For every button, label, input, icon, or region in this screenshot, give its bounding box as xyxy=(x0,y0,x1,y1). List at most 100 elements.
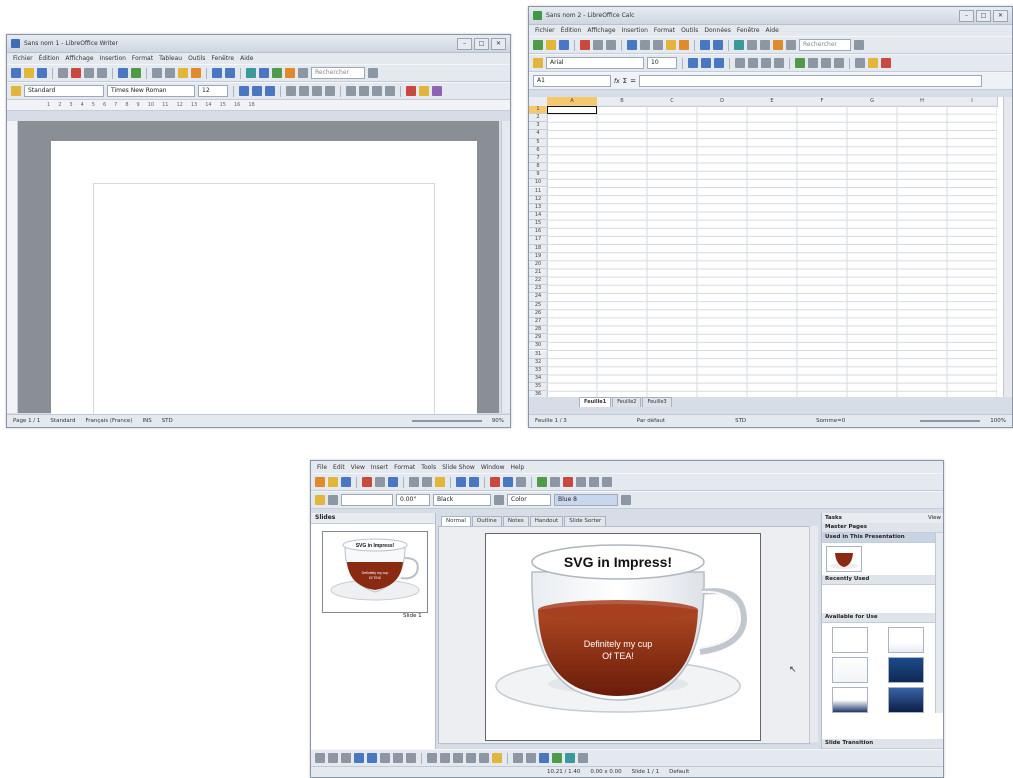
slide-title[interactable]: SVG in Impress! xyxy=(564,554,672,570)
rectangle-tool-icon[interactable] xyxy=(354,753,364,763)
extrusion-icon[interactable] xyxy=(578,753,588,763)
basic-shapes-icon[interactable] xyxy=(427,753,437,763)
selection-mode[interactable]: STD xyxy=(162,418,173,424)
spellcheck-icon[interactable] xyxy=(388,477,398,487)
row-header-7[interactable]: 7 xyxy=(529,154,548,164)
slide-transition-header[interactable]: Slide Transition xyxy=(822,739,943,749)
format-paintbrush-icon[interactable] xyxy=(679,40,689,50)
tea-cup-image[interactable]: SVG in Impress! Definitely my cup Of TEA… xyxy=(486,534,760,740)
maximize-button[interactable]: □ xyxy=(474,37,489,50)
master-thumb-light[interactable] xyxy=(832,657,868,683)
row-header-32[interactable]: 32 xyxy=(529,358,548,367)
menu-aide[interactable]: Aide xyxy=(766,27,779,34)
underline-icon[interactable] xyxy=(714,58,724,68)
image-icon[interactable] xyxy=(516,477,526,487)
row-header-25[interactable]: 25 xyxy=(529,301,548,310)
name-box[interactable]: A1 xyxy=(533,75,611,87)
search-input[interactable]: Rechercher xyxy=(799,39,851,51)
row-header-30[interactable]: 30 xyxy=(529,342,548,351)
export-pdf-icon[interactable] xyxy=(362,477,372,487)
chart-icon[interactable] xyxy=(285,68,295,78)
line-icon[interactable] xyxy=(315,495,325,505)
font-size-select[interactable]: 12 xyxy=(198,85,228,97)
row-header-31[interactable]: 31 xyxy=(529,350,548,359)
navigator-icon[interactable] xyxy=(298,68,308,78)
connector-tool-icon[interactable] xyxy=(406,753,416,763)
redo-icon[interactable] xyxy=(469,477,479,487)
active-cell-a1[interactable] xyxy=(547,106,597,115)
cut-icon[interactable] xyxy=(152,68,162,78)
navigator-icon[interactable] xyxy=(786,40,796,50)
zoom-slider[interactable] xyxy=(920,420,981,422)
menu-slide-show[interactable]: Slide Show xyxy=(442,464,475,471)
image-icon[interactable] xyxy=(272,68,282,78)
align-right-icon[interactable] xyxy=(761,58,771,68)
row-header-12[interactable]: 12 xyxy=(529,195,548,204)
writer-vertical-scrollbar[interactable] xyxy=(501,121,510,413)
row-header-10[interactable]: 10 xyxy=(529,179,548,188)
new-presentation-icon[interactable] xyxy=(315,477,325,487)
tab-normal[interactable]: Normal xyxy=(441,516,471,526)
menu-edit[interactable]: Edit xyxy=(333,464,345,471)
chart-icon[interactable] xyxy=(773,40,783,50)
document-page[interactable] xyxy=(51,141,477,427)
paragraph-style-select[interactable]: Standard xyxy=(24,85,104,97)
points-icon[interactable] xyxy=(513,753,523,763)
master-thumb-blue-top[interactable] xyxy=(888,627,924,653)
font-color-icon[interactable] xyxy=(406,86,416,96)
align-left-icon[interactable] xyxy=(735,58,745,68)
area-color-select[interactable]: Blue 8 xyxy=(554,494,618,506)
paste-icon[interactable] xyxy=(666,40,676,50)
chart-icon[interactable] xyxy=(490,477,500,487)
row-header-28[interactable]: 28 xyxy=(529,326,548,335)
sum-icon[interactable]: Σ xyxy=(623,77,627,85)
copy-icon[interactable] xyxy=(165,68,175,78)
font-name-select[interactable]: Times New Roman xyxy=(107,85,195,97)
open-icon[interactable] xyxy=(546,40,556,50)
underline-icon[interactable] xyxy=(265,86,275,96)
column-header-c[interactable]: C xyxy=(647,97,698,107)
area-style-select[interactable]: Color xyxy=(507,494,551,506)
sort-descending-icon[interactable] xyxy=(760,40,770,50)
save-icon[interactable] xyxy=(37,68,47,78)
new-spreadsheet-icon[interactable] xyxy=(533,40,543,50)
callouts-icon[interactable] xyxy=(479,753,489,763)
row-header-1[interactable]: 1 xyxy=(529,106,548,115)
master-thumb-navy[interactable] xyxy=(888,687,924,713)
formula-icon[interactable]: = xyxy=(630,77,636,85)
background-color-icon[interactable] xyxy=(432,86,442,96)
flowchart-icon[interactable] xyxy=(466,753,476,763)
row-header-27[interactable]: 27 xyxy=(529,317,548,327)
row-header-22[interactable]: 22 xyxy=(529,277,548,286)
row-header-33[interactable]: 33 xyxy=(529,366,548,375)
column-header-f[interactable]: F xyxy=(797,97,848,107)
gallery-icon[interactable] xyxy=(565,753,575,763)
font-size-select[interactable]: 10 xyxy=(647,57,677,69)
close-button[interactable]: ✕ xyxy=(491,37,506,50)
ellipse-tool-icon[interactable] xyxy=(367,753,377,763)
master-thumb-gradient[interactable] xyxy=(832,687,868,713)
sheet-tab-3[interactable]: Feuille3 xyxy=(642,397,672,407)
menu-fichier[interactable]: Fichier xyxy=(535,27,555,34)
menu-affichage[interactable]: Affichage xyxy=(65,55,93,62)
master-thumb-plain[interactable] xyxy=(832,627,868,653)
function-wizard-icon[interactable]: fx xyxy=(614,78,620,85)
copy-icon[interactable] xyxy=(422,477,432,487)
styles-icon[interactable] xyxy=(533,58,543,68)
block-arrows-icon[interactable] xyxy=(453,753,463,763)
spellcheck-icon[interactable] xyxy=(627,40,637,50)
arrow-tool-icon[interactable] xyxy=(341,753,351,763)
row-header-34[interactable]: 34 xyxy=(529,374,548,384)
bold-icon[interactable] xyxy=(688,58,698,68)
menu-edition[interactable]: Édition xyxy=(39,55,60,62)
merge-cells-icon[interactable] xyxy=(774,58,784,68)
styles-icon[interactable] xyxy=(11,86,21,96)
menu-donnees[interactable]: Données xyxy=(704,27,730,34)
curve-tool-icon[interactable] xyxy=(393,753,403,763)
zoom-slider[interactable] xyxy=(411,420,482,422)
menu-fenetre[interactable]: Fenêtre xyxy=(737,27,760,34)
row-header-9[interactable]: 9 xyxy=(529,171,548,180)
undo-icon[interactable] xyxy=(456,477,466,487)
column-header-i[interactable]: I xyxy=(947,97,998,107)
cut-icon[interactable] xyxy=(640,40,650,50)
